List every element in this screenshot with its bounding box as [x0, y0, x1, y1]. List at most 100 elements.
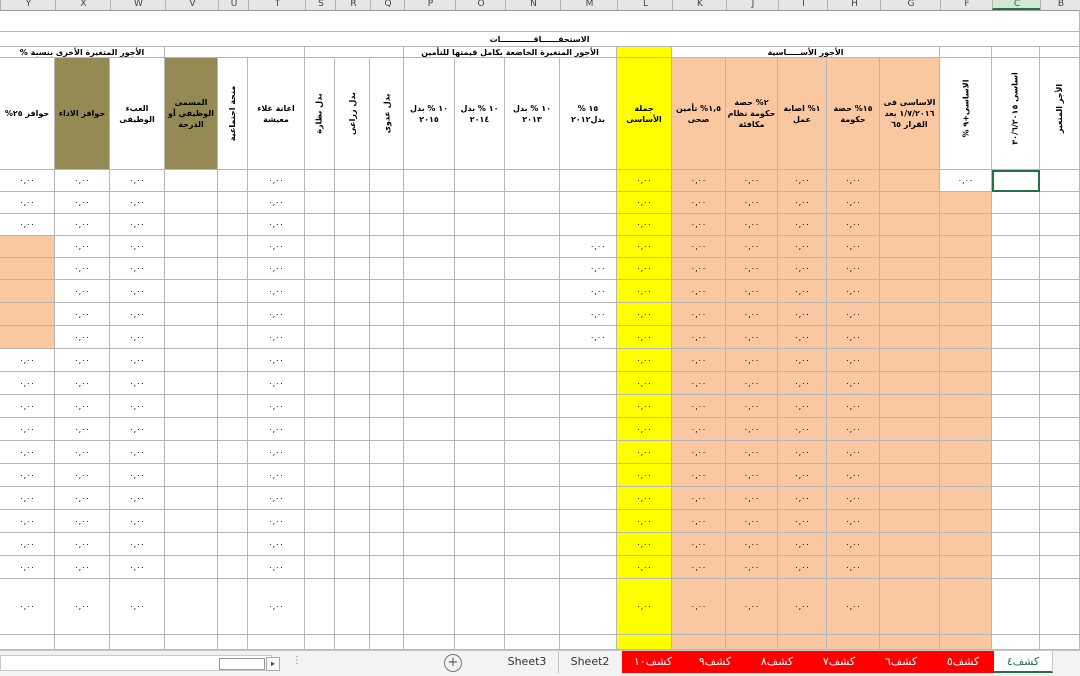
- cell-i-row-12[interactable]: ٠,٠٠: [778, 418, 827, 441]
- cell-t-row-8[interactable]: ٠,٠٠: [248, 326, 305, 349]
- cell-i-row-8[interactable]: ٠,٠٠: [778, 326, 827, 349]
- column-header-f[interactable]: F: [940, 0, 993, 10]
- cell-w-row-18[interactable]: ٠,٠٠: [110, 556, 165, 579]
- cell-w-row-19[interactable]: ٠,٠٠: [110, 579, 165, 635]
- cell-g-row-5[interactable]: [880, 258, 940, 280]
- cell-s-row-13[interactable]: [305, 441, 335, 464]
- cell-y-row-2[interactable]: ٠,٠٠: [0, 192, 55, 214]
- cell-l-row-14[interactable]: ٠,٠٠: [617, 464, 672, 487]
- cell-r-row-17[interactable]: [335, 533, 370, 556]
- cell-n-row-partial[interactable]: [505, 635, 560, 650]
- cell-f-row-16[interactable]: [940, 510, 992, 533]
- cell-j-row-2[interactable]: ٠,٠٠: [726, 192, 778, 214]
- cell-f-row-19[interactable]: [940, 579, 992, 635]
- cell-l-row-5[interactable]: ٠,٠٠: [617, 258, 672, 280]
- cell-h-row-3[interactable]: ٠,٠٠: [827, 214, 880, 236]
- cell-n-row-11[interactable]: [505, 395, 560, 418]
- cell-m-row-17[interactable]: [560, 533, 617, 556]
- cell-l-row-9[interactable]: ٠,٠٠: [617, 349, 672, 372]
- cell-n-row-15[interactable]: [505, 487, 560, 510]
- cell-p-row-partial[interactable]: [404, 635, 455, 650]
- cell-v-row-15[interactable]: [165, 487, 218, 510]
- cell-o-row-18[interactable]: [455, 556, 505, 579]
- cell-i-row-1[interactable]: ٠,٠٠: [778, 170, 827, 192]
- blank-row-top[interactable]: [0, 10, 1080, 32]
- cell-o-row-4[interactable]: [455, 236, 505, 258]
- cell-s-row-11[interactable]: [305, 395, 335, 418]
- scroll-right-arrow-icon[interactable]: ▸: [266, 657, 280, 671]
- cell-b-row-14[interactable]: [1040, 464, 1080, 487]
- cell-q-row-7[interactable]: [370, 303, 404, 326]
- cell-f-row-15[interactable]: [940, 487, 992, 510]
- cell-b-row-12[interactable]: [1040, 418, 1080, 441]
- cell-w-row-1[interactable]: ٠,٠٠: [110, 170, 165, 192]
- cell-o-row-12[interactable]: [455, 418, 505, 441]
- cell-j-row-8[interactable]: ٠,٠٠: [726, 326, 778, 349]
- cell-s-row-3[interactable]: [305, 214, 335, 236]
- cell-f-row-14[interactable]: [940, 464, 992, 487]
- cell-t-row-17[interactable]: ٠,٠٠: [248, 533, 305, 556]
- cell-o-row-19[interactable]: [455, 579, 505, 635]
- cell-s-row-8[interactable]: [305, 326, 335, 349]
- cell-t-row-12[interactable]: ٠,٠٠: [248, 418, 305, 441]
- cell-n-row-3[interactable]: [505, 214, 560, 236]
- cell-x-row-2[interactable]: ٠,٠٠: [55, 192, 110, 214]
- cell-h-row-8[interactable]: ٠,٠٠: [827, 326, 880, 349]
- cell-h-row-13[interactable]: ٠,٠٠: [827, 441, 880, 464]
- cell-r-row-16[interactable]: [335, 510, 370, 533]
- column-header-m[interactable]: M: [560, 0, 618, 10]
- cell-j-row-7[interactable]: ٠,٠٠: [726, 303, 778, 326]
- cell-g-row-13[interactable]: [880, 441, 940, 464]
- cell-n-row-2[interactable]: [505, 192, 560, 214]
- cell-f-row-12[interactable]: [940, 418, 992, 441]
- cell-o-row-5[interactable]: [455, 258, 505, 280]
- cell-y-row-13[interactable]: ٠,٠٠: [0, 441, 55, 464]
- cell-g-row-14[interactable]: [880, 464, 940, 487]
- cell-i-row-6[interactable]: ٠,٠٠: [778, 280, 827, 303]
- cell-w-row-2[interactable]: ٠,٠٠: [110, 192, 165, 214]
- cell-r-row-4[interactable]: [335, 236, 370, 258]
- cell-i-row-17[interactable]: ٠,٠٠: [778, 533, 827, 556]
- cell-y-row-7[interactable]: [0, 303, 55, 326]
- cell-k-row-14[interactable]: ٠,٠٠: [672, 464, 726, 487]
- cell-j-row-4[interactable]: ٠,٠٠: [726, 236, 778, 258]
- cell-b-row-8[interactable]: [1040, 326, 1080, 349]
- cell-t-row-14[interactable]: ٠,٠٠: [248, 464, 305, 487]
- cell-b-row-19[interactable]: [1040, 579, 1080, 635]
- cell-f-row-10[interactable]: [940, 372, 992, 395]
- cell-p-row-10[interactable]: [404, 372, 455, 395]
- cell-l-row-partial[interactable]: [617, 635, 672, 650]
- cell-n-row-13[interactable]: [505, 441, 560, 464]
- column-header-r[interactable]: R: [335, 0, 371, 10]
- cell-y-row-17[interactable]: ٠,٠٠: [0, 533, 55, 556]
- cell-g-row-1[interactable]: [880, 170, 940, 192]
- cell-p-row-8[interactable]: [404, 326, 455, 349]
- cell-b-row-partial[interactable]: [1040, 635, 1080, 650]
- cell-c-row-7[interactable]: [992, 303, 1040, 326]
- cell-n-row-12[interactable]: [505, 418, 560, 441]
- cell-s-row-partial[interactable]: [305, 635, 335, 650]
- cell-v-row-16[interactable]: [165, 510, 218, 533]
- cell-p-row-4[interactable]: [404, 236, 455, 258]
- cell-m-row-6[interactable]: ٠,٠٠: [560, 280, 617, 303]
- cell-y-row-8[interactable]: [0, 326, 55, 349]
- cell-b-row-18[interactable]: [1040, 556, 1080, 579]
- cell-k-row-17[interactable]: ٠,٠٠: [672, 533, 726, 556]
- cell-k-row-6[interactable]: ٠,٠٠: [672, 280, 726, 303]
- scroll-thumb[interactable]: [219, 658, 265, 670]
- cell-f-row-6[interactable]: [940, 280, 992, 303]
- cell-m-row-8[interactable]: ٠,٠٠: [560, 326, 617, 349]
- cell-g-row-6[interactable]: [880, 280, 940, 303]
- cell-s-row-14[interactable]: [305, 464, 335, 487]
- cell-k-row-18[interactable]: ٠,٠٠: [672, 556, 726, 579]
- cell-v-row-19[interactable]: [165, 579, 218, 635]
- cell-b-row-5[interactable]: [1040, 258, 1080, 280]
- cell-p-row-19[interactable]: [404, 579, 455, 635]
- cell-v-row-12[interactable]: [165, 418, 218, 441]
- cell-k-row-15[interactable]: ٠,٠٠: [672, 487, 726, 510]
- cell-u-row-15[interactable]: [218, 487, 248, 510]
- cell-w-row-6[interactable]: ٠,٠٠: [110, 280, 165, 303]
- cell-h-row-partial[interactable]: [827, 635, 880, 650]
- column-header-i[interactable]: I: [778, 0, 828, 10]
- cell-n-row-19[interactable]: [505, 579, 560, 635]
